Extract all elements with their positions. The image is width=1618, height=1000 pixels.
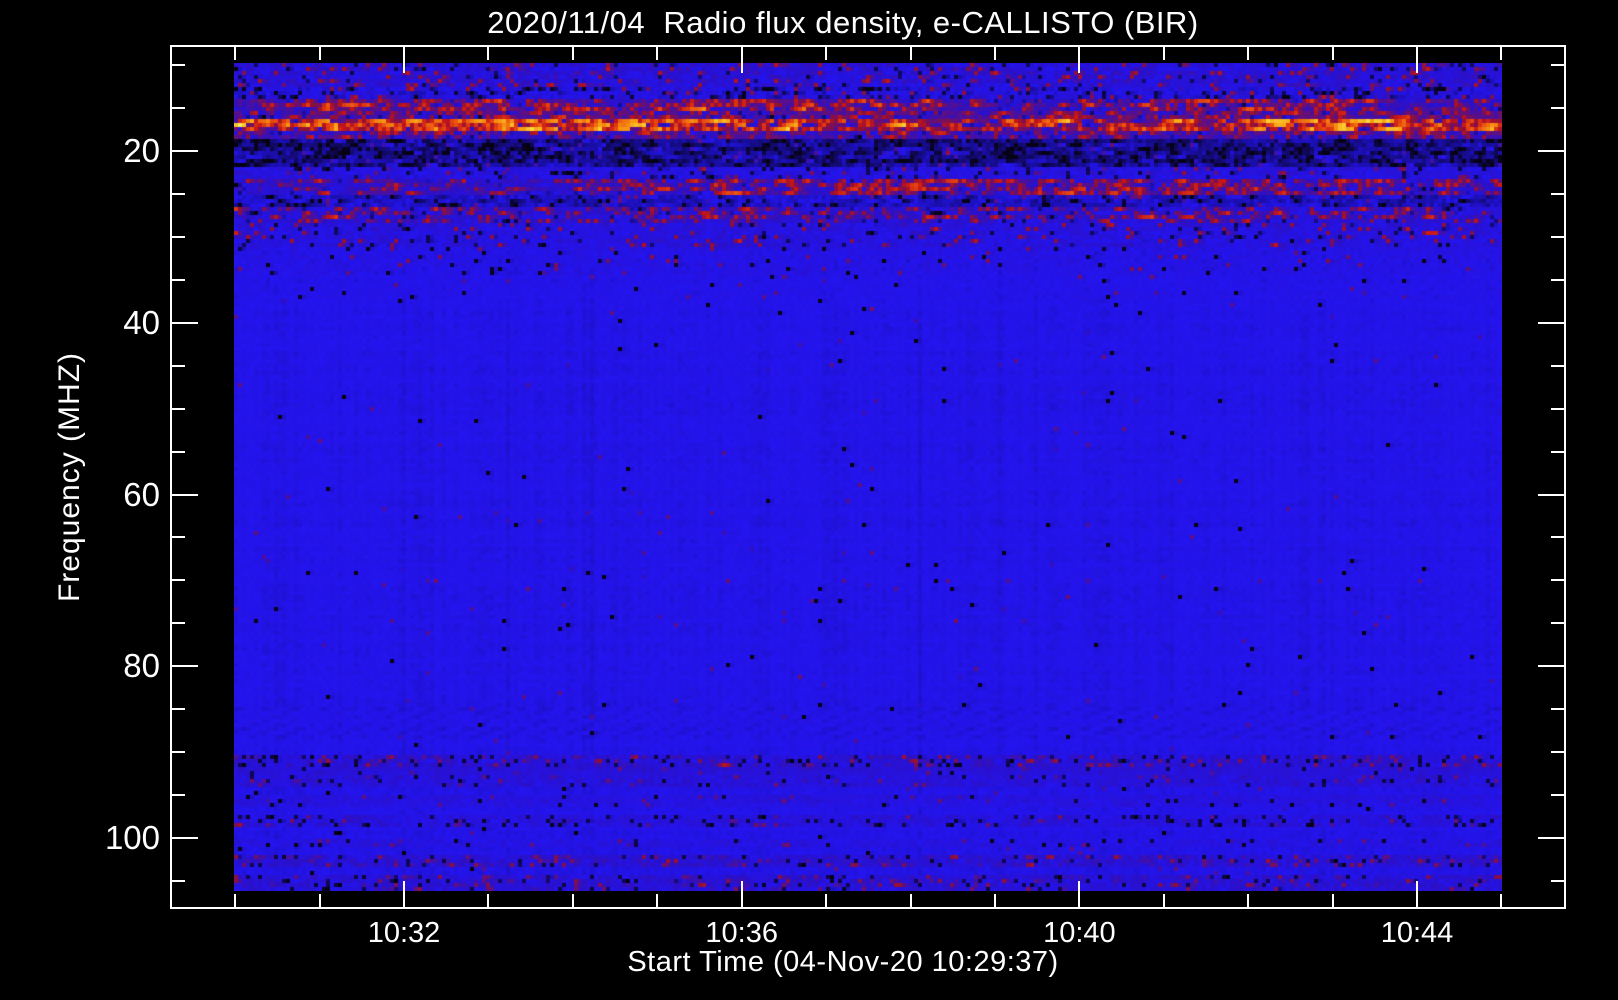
y-minor-tick [1551,879,1564,882]
x-minor-tick [656,894,659,907]
x-minor-tick [656,47,659,60]
y-axis-title: Frequency (MHZ) [53,351,86,603]
y-major-tick [172,493,198,496]
y-minor-tick [1551,235,1564,238]
x-minor-tick [909,894,912,907]
y-major-tick [172,150,198,152]
y-major-tick [172,837,198,839]
x-minor-tick [234,894,237,907]
y-minor-tick [172,622,185,625]
x-minor-tick [1331,894,1334,907]
y-minor-tick [172,64,185,67]
x-minor-tick [234,47,237,60]
y-minor-tick [1551,751,1564,754]
x-tick-label: 10:44 [1380,917,1454,949]
x-minor-tick [909,47,912,60]
y-minor-tick [1551,536,1564,539]
y-major-tick [1538,837,1564,839]
x-minor-tick [825,894,828,907]
y-minor-tick [1551,407,1564,410]
y-minor-tick [172,536,185,539]
y-minor-tick [172,751,185,754]
y-major-tick [1538,665,1564,668]
y-minor-tick [1551,622,1564,625]
x-minor-tick [1162,47,1165,60]
y-minor-tick [1551,107,1564,110]
y-minor-tick [172,364,185,367]
y-minor-tick [172,708,185,711]
y-major-tick [1538,493,1564,496]
x-major-tick [740,47,743,73]
x-major-tick [1078,881,1081,907]
x-minor-tick [1500,894,1503,907]
y-minor-tick [172,579,185,582]
x-major-tick [740,881,743,907]
x-minor-tick [318,47,321,60]
y-minor-tick [1551,364,1564,367]
y-minor-tick [1551,579,1564,582]
y-major-tick [1538,321,1564,324]
plot-frame [170,45,1566,909]
x-minor-tick [487,894,490,907]
y-minor-tick [172,450,185,453]
x-minor-tick [1247,894,1250,907]
y-tick-label: 100 [104,819,160,856]
x-minor-tick [825,47,828,60]
x-minor-tick [487,47,490,60]
x-major-tick [1416,881,1419,907]
x-tick-label: 10:32 [367,917,441,949]
y-minor-tick [1551,278,1564,281]
x-minor-tick [1162,894,1165,907]
x-major-tick [403,47,405,73]
y-major-tick [1538,150,1564,152]
x-major-tick [1078,47,1081,73]
x-minor-tick [1500,47,1503,60]
x-minor-tick [318,894,321,907]
spectrogram-figure: 2020/11/04 Radio flux density, e-CALLIST… [0,0,1618,1000]
y-tick-label: 20 [123,132,160,169]
x-minor-tick [1247,47,1250,60]
x-major-tick [1416,47,1419,73]
x-minor-tick [993,47,996,60]
x-minor-tick [993,894,996,907]
y-minor-tick [172,192,185,195]
y-minor-tick [172,794,185,797]
y-minor-tick [1551,794,1564,797]
y-minor-tick [172,107,185,110]
y-tick-label: 40 [123,303,160,341]
y-tick-label: 80 [123,647,160,685]
y-minor-tick [1551,450,1564,453]
y-major-tick [172,321,198,324]
y-minor-tick [172,278,185,281]
y-minor-tick [1551,708,1564,711]
y-minor-tick [1551,64,1564,67]
x-minor-tick [571,894,574,907]
x-minor-tick [1331,47,1334,60]
y-minor-tick [1551,192,1564,195]
y-minor-tick [172,407,185,410]
x-major-tick [403,881,405,907]
y-minor-tick [172,235,185,238]
chart-title: 2020/11/04 Radio flux density, e-CALLIST… [487,5,1199,40]
x-axis-title: Start Time (04-Nov-20 10:29:37) [627,946,1059,978]
y-minor-tick [172,879,185,882]
y-major-tick [172,665,198,668]
x-minor-tick [571,47,574,60]
